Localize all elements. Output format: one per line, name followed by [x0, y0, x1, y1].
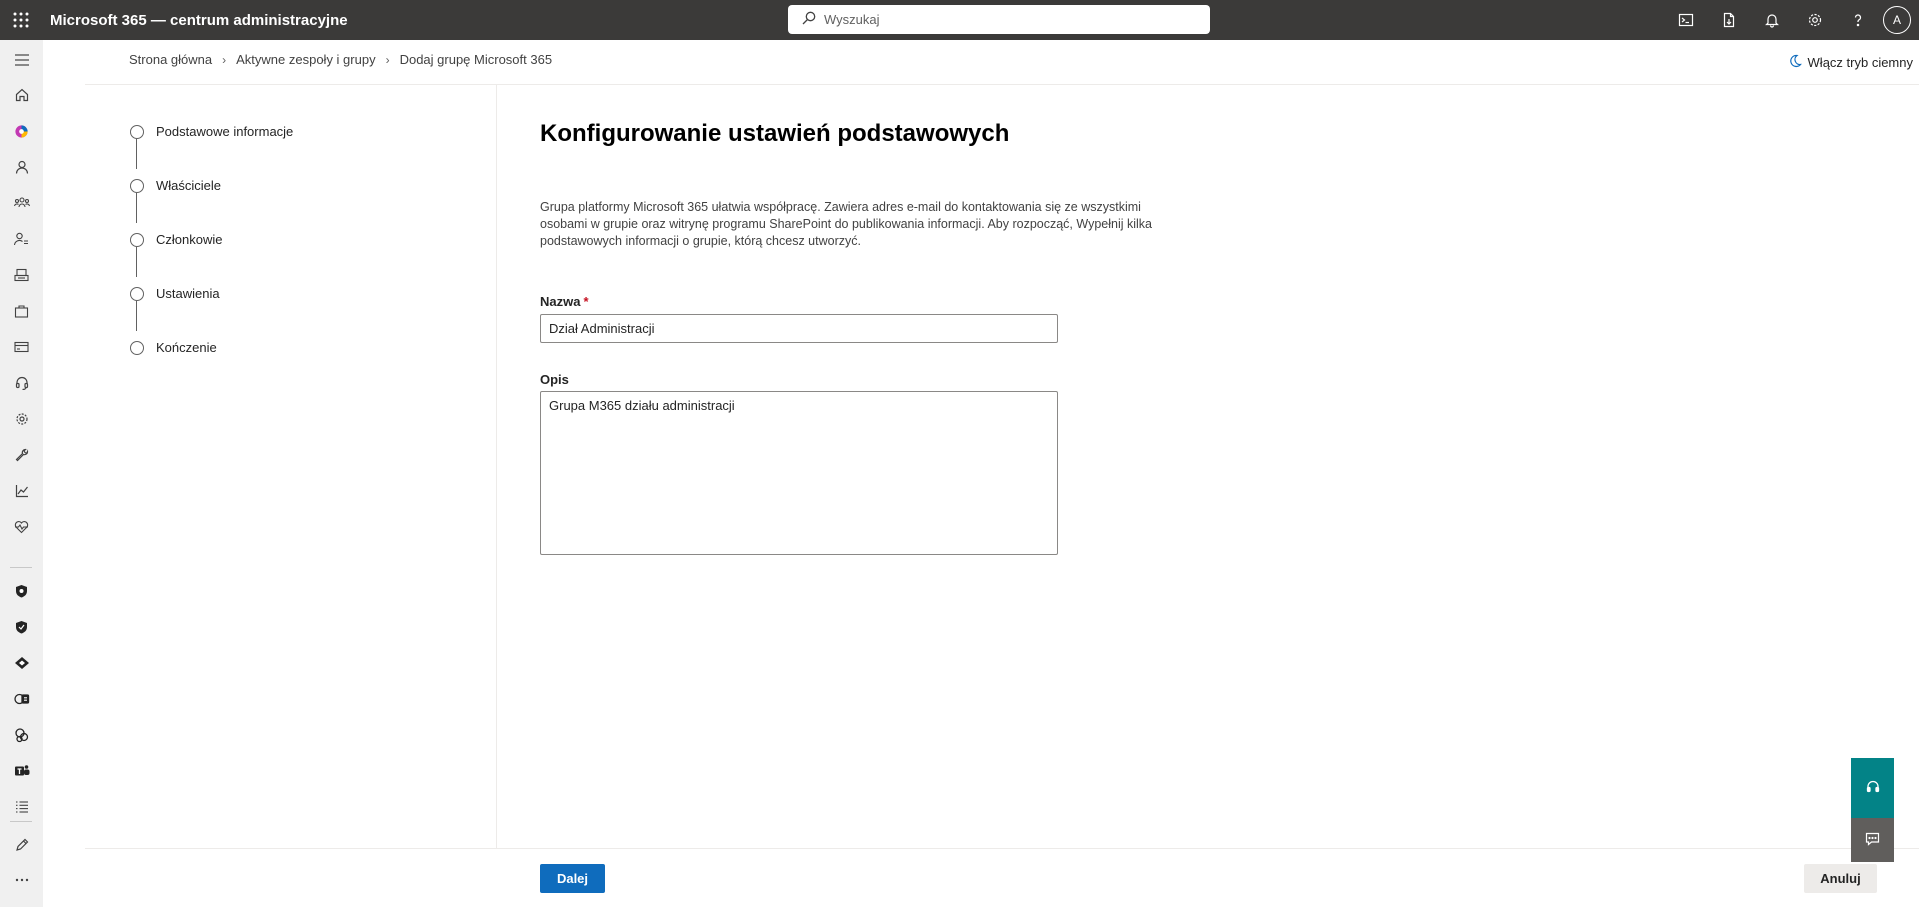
description-label: Opis [540, 372, 569, 387]
breadcrumb-current: Dodaj grupę Microsoft 365 [399, 52, 553, 67]
app-launcher-icon[interactable] [0, 0, 42, 40]
user-icon[interactable] [0, 154, 43, 180]
edit-pen-icon[interactable] [0, 832, 43, 858]
intro-text: Grupa platformy Microsoft 365 ułatwia ws… [540, 200, 1152, 248]
reports-icon[interactable] [0, 478, 43, 504]
required-marker: * [583, 294, 589, 309]
roles-icon[interactable] [0, 226, 43, 252]
description-field[interactable]: Grupa M365 działu administracji [540, 391, 1058, 555]
dark-mode-label: Włącz tryb ciemny [1807, 55, 1913, 70]
copilot-icon[interactable] [0, 118, 43, 144]
help-support-button[interactable] [1851, 758, 1894, 818]
footer-divider [85, 848, 1919, 849]
support-headset-icon[interactable] [0, 370, 43, 396]
breadcrumb-active-teams-groups[interactable]: Aktywne zespoły i grupy [236, 52, 375, 67]
feedback-chat-icon [1865, 832, 1880, 849]
name-label-text: Nazwa [540, 294, 581, 309]
step-connector [136, 247, 137, 277]
step-finish[interactable]: Kończenie [130, 340, 217, 355]
terminal-icon[interactable] [1664, 0, 1707, 40]
panel-divider [496, 85, 497, 848]
dark-mode-toggle[interactable]: Włącz tryb ciemny [1788, 54, 1913, 71]
teams-icon[interactable] [0, 758, 43, 784]
health-icon[interactable] [0, 514, 43, 540]
search-icon [802, 11, 816, 28]
billing-card-icon[interactable] [0, 334, 43, 360]
billing-bag-icon[interactable] [0, 298, 43, 324]
search-box[interactable] [788, 5, 1210, 34]
setup-wrench-icon[interactable] [0, 442, 43, 468]
security-icon[interactable] [0, 578, 43, 604]
step-label: Ustawienia [156, 286, 220, 301]
settings-icon[interactable] [0, 406, 43, 432]
next-button[interactable]: Dalej [540, 864, 605, 893]
step-label: Podstawowe informacje [156, 124, 294, 139]
help-question-icon[interactable] [1836, 0, 1879, 40]
defender-icon[interactable] [0, 614, 43, 640]
step-label: Właściciele [156, 178, 222, 193]
all-admin-centers-icon[interactable] [0, 794, 43, 820]
step-settings[interactable]: Ustawienia [130, 286, 220, 301]
top-bar: Microsoft 365 — centrum administracyjne … [0, 0, 1919, 40]
step-basic-info[interactable]: Podstawowe informacje [130, 124, 293, 139]
step-circle-icon [130, 286, 144, 301]
teams-groups-icon[interactable] [0, 190, 43, 216]
header-divider [85, 84, 1919, 85]
step-circle-icon [130, 178, 144, 193]
cancel-button[interactable]: Anuluj [1804, 864, 1877, 893]
left-navigation [0, 40, 43, 907]
user-avatar[interactable]: A [1883, 6, 1911, 34]
breadcrumb-home[interactable]: Strona główna [129, 52, 212, 67]
page-title: Konfigurowanie ustawień podstawowych [540, 120, 1010, 147]
settings-gear-icon[interactable] [1793, 0, 1836, 40]
home-icon[interactable] [0, 82, 43, 108]
support-headset-icon [1866, 780, 1880, 797]
step-circle-icon [130, 340, 144, 355]
step-connector [136, 193, 137, 223]
breadcrumb: Strona główna › Aktywne zespoły i grupy … [129, 52, 552, 67]
exchange-icon[interactable] [0, 686, 43, 712]
step-connector [136, 301, 137, 331]
step-circle-icon [130, 124, 144, 139]
download-doc-icon[interactable] [1707, 0, 1750, 40]
feedback-button[interactable] [1851, 818, 1894, 862]
name-field[interactable] [540, 314, 1058, 343]
search-input[interactable] [824, 12, 1184, 27]
chevron-right-icon: › [385, 52, 390, 67]
compliance-icon[interactable] [0, 650, 43, 676]
moon-icon [1788, 54, 1802, 71]
sharepoint-icon[interactable] [0, 722, 43, 748]
app-title[interactable]: Microsoft 365 — centrum administracyjne [50, 12, 348, 29]
menu-icon[interactable] [0, 47, 43, 73]
more-icon[interactable] [0, 867, 43, 893]
step-connector [136, 139, 137, 169]
notifications-bell-icon[interactable] [1750, 0, 1793, 40]
step-owners[interactable]: Właściciele [130, 178, 221, 193]
step-label: Kończenie [156, 340, 217, 355]
name-label: Nazwa * [540, 294, 589, 309]
resources-icon[interactable] [0, 262, 43, 288]
step-circle-icon [130, 232, 144, 247]
chevron-right-icon: › [222, 52, 227, 67]
step-label: Członkowie [156, 232, 223, 247]
step-members[interactable]: Członkowie [130, 232, 222, 247]
